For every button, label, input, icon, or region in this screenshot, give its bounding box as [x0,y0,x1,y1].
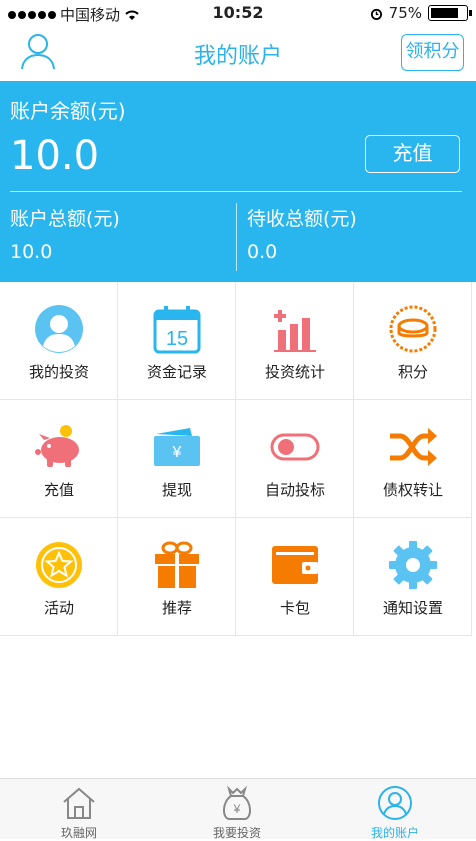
grid-item-label: 通知设置 [382,599,443,617]
grid-item-auto-bid[interactable]: 自动投标 [236,400,354,518]
pending-label: 待收总额(元) [247,208,357,230]
grid-item-points[interactable]: 积分 [354,282,472,400]
grid-item-label: 债权转让 [382,481,443,499]
grid-item-label: 提现 [161,481,192,499]
star-badge-icon [36,542,82,588]
grid-item-label: 自动投标 [264,481,325,499]
home-icon [63,787,95,819]
calendar-day: 15 [166,328,188,350]
summary-vertical-divider [236,203,237,271]
user-icon [378,786,412,820]
grid-item-events[interactable]: 活动 [0,518,118,636]
gear-icon [389,541,437,589]
alarm-icon [370,8,382,20]
grid-item-recharge[interactable]: 充值 [0,400,118,518]
currency-symbol: ¥ [233,802,241,816]
wallet-card-icon: ¥ [154,428,200,466]
tab-bar: 玖融网 ¥ 我要投资 我的账户 [0,778,476,840]
grid-item-card-wallet[interactable]: 卡包 [236,518,354,636]
grid-item-referral[interactable]: 推荐 [118,518,236,636]
balance-label: 账户余额(元) [10,99,126,123]
summary-divider [10,191,462,192]
calendar-icon: 15 [153,306,201,354]
grid-item-label: 卡包 [279,599,310,617]
grid-item-fund-records[interactable]: 15 资金记录 [118,282,236,400]
grid-item-label: 推荐 [161,599,192,617]
gift-icon [155,541,199,588]
grid-item-withdraw[interactable]: ¥ 提现 [118,400,236,518]
grid-item-my-investment[interactable]: 我的投资 [0,282,118,400]
battery-percent: 75% [388,4,422,22]
claim-points-button[interactable]: 领积分 [401,34,464,71]
account-summary: 账户余额(元) 10.0 充值 账户总额(元) 10.0 待收总额(元) 0.0 [0,81,476,282]
tab-my-account[interactable]: 我的账户 [316,779,474,840]
piggy-bank-icon [35,425,79,467]
money-bag-icon: ¥ [223,785,251,820]
avatar-icon [35,305,83,353]
card-wallet-icon [272,546,318,584]
coin-icon [389,305,437,353]
tab-label: 我要投资 [212,826,261,840]
grid-item-label: 充值 [43,481,74,499]
navigation-bar: 我的账户 领积分 [0,26,476,81]
total-value: 10.0 [10,241,53,263]
tab-label: 玖融网 [60,826,97,840]
grid-item-label: 积分 [397,363,428,381]
tab-label: 我的账户 [370,826,419,840]
toggle-icon [270,433,320,461]
grid-item-label: 我的投资 [28,363,89,381]
grid-item-debt-transfer[interactable]: 债权转让 [354,400,472,518]
grid-item-label: 资金记录 [146,363,207,381]
tab-home[interactable]: 玖融网 [0,779,158,840]
grid-item-notification-settings[interactable]: 通知设置 [354,518,472,636]
tab-invest[interactable]: ¥ 我要投资 [158,779,316,840]
grid-item-label: 投资统计 [264,363,325,381]
status-right: 75% [370,4,472,22]
total-label: 账户总额(元) [10,208,120,230]
balance-value: 10.0 [10,133,100,179]
pending-value: 0.0 [247,241,278,263]
grid-item-investment-stats[interactable]: 投资统计 [236,282,354,400]
shuffle-icon [390,428,437,466]
currency-symbol: ¥ [172,444,182,461]
feature-grid: 我的投资 15 资金记录 投资统计 积分 充值 ¥ 提现 自动投标 债权转让 活… [0,282,472,636]
status-bar: 中国移动 10:52 75% [0,0,476,26]
grid-item-label: 活动 [43,599,74,617]
bar-chart-icon [274,310,316,352]
recharge-button[interactable]: 充值 [365,135,460,173]
battery-icon [428,5,472,21]
